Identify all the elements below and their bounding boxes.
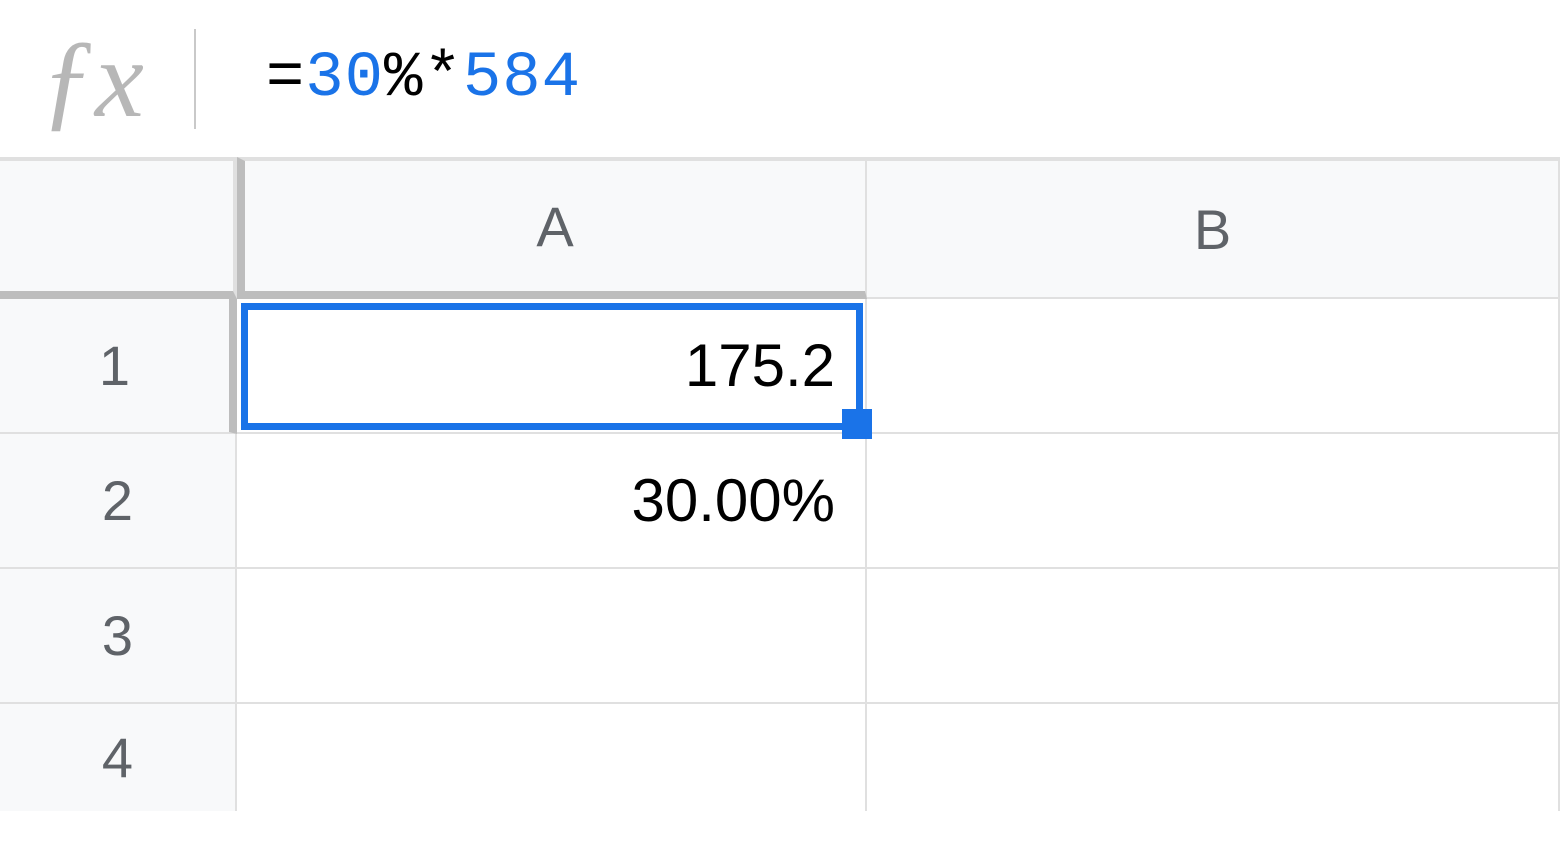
cell-b2[interactable] xyxy=(867,434,1560,569)
column-header-b[interactable]: B xyxy=(867,157,1560,299)
row-header-4[interactable]: 4 xyxy=(0,704,237,811)
formula-bar: ƒx =30%*584 xyxy=(0,0,1560,157)
cell-a4[interactable] xyxy=(237,704,867,811)
formula-token: %* xyxy=(384,43,463,115)
row-3: 3 xyxy=(0,569,1560,704)
cell-b1[interactable] xyxy=(867,299,1560,434)
cell-b4[interactable] xyxy=(867,704,1560,811)
cell-b3[interactable] xyxy=(867,569,1560,704)
fill-handle[interactable] xyxy=(842,409,872,439)
row-header-1[interactable]: 1 xyxy=(0,299,237,434)
spreadsheet-grid: A B 1 175.2 2 30.00% 3 4 xyxy=(0,157,1560,811)
formula-input[interactable]: =30%*584 xyxy=(266,0,1560,157)
formula-token: = xyxy=(266,43,305,115)
row-2: 2 30.00% xyxy=(0,434,1560,569)
cell-a2[interactable]: 30.00% xyxy=(237,434,867,569)
row-1: 1 175.2 xyxy=(0,299,1560,434)
column-header-a[interactable]: A xyxy=(237,157,867,299)
row-4: 4 xyxy=(0,704,1560,811)
formula-token: 30 xyxy=(305,43,384,115)
select-all-corner[interactable] xyxy=(0,157,237,299)
row-header-3[interactable]: 3 xyxy=(0,569,237,704)
cell-a1[interactable]: 175.2 xyxy=(237,299,867,434)
column-header-row: A B xyxy=(0,157,1560,299)
fx-icon[interactable]: ƒx xyxy=(40,24,144,134)
formula-bar-divider xyxy=(194,29,196,129)
row-header-2[interactable]: 2 xyxy=(0,434,237,569)
formula-token: 584 xyxy=(463,43,581,115)
cell-a3[interactable] xyxy=(237,569,867,704)
